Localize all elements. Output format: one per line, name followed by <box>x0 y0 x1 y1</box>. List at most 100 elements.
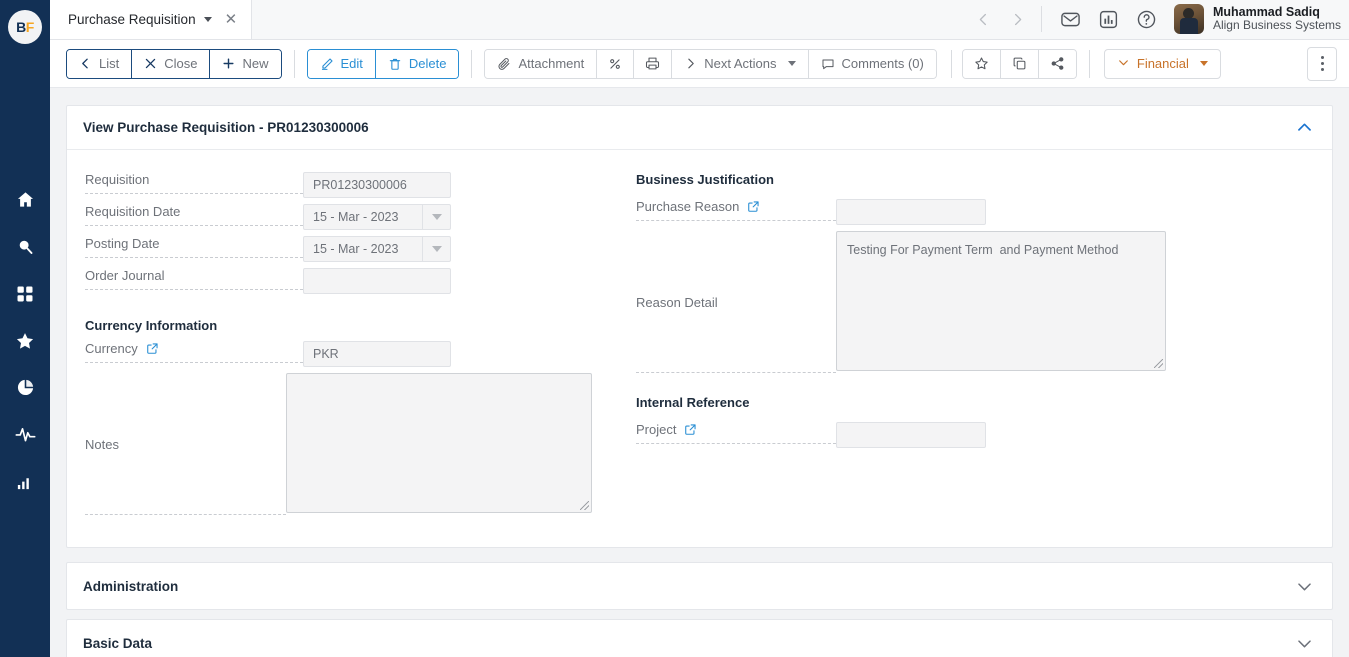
paperclip-icon <box>497 57 511 71</box>
next-actions-button[interactable]: Next Actions <box>672 49 809 78</box>
currency-value: PKR <box>313 347 339 361</box>
nav-button-group: List Close New <box>66 48 282 79</box>
nav-back-button[interactable] <box>967 0 1001 39</box>
actions-button-group: Attachment Next Actions Comments (0) <box>484 48 937 79</box>
posting-date-field-row: Posting Date 15 - Mar - 2023 <box>85 236 592 262</box>
trash-icon <box>388 57 402 71</box>
logo-letter-b: B <box>16 19 26 35</box>
delete-button-label: Delete <box>408 56 447 71</box>
section-administration-label: Administration <box>83 578 179 594</box>
comments-button[interactable]: Comments (0) <box>808 49 936 78</box>
rail-item-reports[interactable] <box>0 458 50 505</box>
rail-item-home[interactable] <box>0 176 50 223</box>
delete-button[interactable]: Delete <box>375 49 459 78</box>
grid-apps-icon <box>16 285 34 303</box>
chevron-down-icon[interactable] <box>1295 634 1314 653</box>
section-basic-data[interactable]: Basic Data <box>66 619 1333 657</box>
rail-item-list <box>0 176 50 505</box>
tab-purchase-requisition[interactable]: Purchase Requisition ✕ <box>50 0 253 39</box>
project-field[interactable] <box>836 422 986 448</box>
right-form-column: Business Justification Purchase Reason R… <box>612 172 1312 521</box>
posting-date-value: 15 - Mar - 2023 <box>313 242 399 256</box>
more-options-button[interactable] <box>1307 46 1337 81</box>
bar-chart-icon[interactable] <box>1090 0 1128 39</box>
purchase-reason-field-row: Purchase Reason <box>636 199 1292 225</box>
percent-button[interactable] <box>597 49 635 78</box>
star-icon <box>15 331 35 351</box>
print-button[interactable] <box>634 49 673 78</box>
external-link-icon[interactable] <box>747 200 760 213</box>
rail-item-search[interactable] <box>0 223 50 270</box>
avatar <box>1173 4 1204 34</box>
posting-date-label: Posting Date <box>85 236 303 258</box>
nav-forward-button[interactable] <box>1001 0 1035 39</box>
kebab-dot <box>1320 56 1324 59</box>
close-button[interactable]: Close <box>132 49 211 78</box>
edit-button-group: Edit Delete <box>306 48 460 79</box>
left-form-column: Requisition PR01230300006 Requisition Da… <box>67 172 612 521</box>
external-link-icon[interactable] <box>146 342 159 355</box>
chevron-down-icon[interactable] <box>203 16 212 22</box>
user-menu[interactable]: Muhammad Sadiq Align Business Systems <box>1166 4 1343 34</box>
date-dropdown-button[interactable] <box>422 237 450 261</box>
chevron-down-icon[interactable] <box>1295 577 1314 596</box>
application-window: BF Purchase Requisition ✕ Muhammad Sadiq… <box>0 0 1349 657</box>
favorite-button[interactable] <box>962 49 1001 78</box>
list-button-label: List <box>99 56 120 71</box>
financial-dropdown[interactable]: Financial <box>1103 48 1221 79</box>
edit-button[interactable]: Edit <box>307 49 376 78</box>
new-button[interactable]: New <box>210 49 281 78</box>
label-text: Currency <box>85 341 138 356</box>
rail-item-activity[interactable] <box>0 411 50 458</box>
rail-item-favorites[interactable] <box>0 317 50 364</box>
comments-button-label: Comments (0) <box>841 56 924 71</box>
caret-down-icon <box>431 214 442 220</box>
mail-icon[interactable] <box>1052 0 1090 39</box>
share-button[interactable] <box>1038 49 1076 78</box>
user-text: Muhammad Sadiq Align Business Systems <box>1213 5 1341 33</box>
pie-chart-icon <box>16 378 35 397</box>
attachment-button[interactable]: Attachment <box>485 49 598 78</box>
toolbar-divider <box>950 49 952 78</box>
notes-textarea[interactable] <box>286 373 592 513</box>
notes-field-row: Notes <box>85 373 592 515</box>
label-text: Notes <box>85 436 119 452</box>
purchase-reason-field[interactable] <box>836 199 986 225</box>
search-icon <box>16 237 35 256</box>
project-field-row: Project <box>636 422 1292 448</box>
order-journal-field-row: Order Journal <box>85 268 592 294</box>
requisition-date-field[interactable]: 15 - Mar - 2023 <box>303 204 451 230</box>
bf-logo[interactable]: BF <box>8 10 42 44</box>
reason-detail-field-row: Reason Detail Testing For Payment Term a… <box>636 231 1292 373</box>
section-administration[interactable]: Administration <box>66 562 1333 610</box>
copy-button[interactable] <box>1000 49 1039 78</box>
label-text: Project <box>636 422 677 437</box>
date-dropdown-button[interactable] <box>422 205 450 229</box>
toolbar-divider <box>1088 49 1090 78</box>
list-button[interactable]: List <box>67 49 133 78</box>
rail-item-apps[interactable] <box>0 270 50 317</box>
chevron-up-icon[interactable] <box>1295 118 1314 137</box>
purchase-reason-label: Purchase Reason <box>636 199 836 221</box>
plus-icon <box>222 57 235 70</box>
external-link-icon[interactable] <box>684 423 697 436</box>
currency-field[interactable]: PKR <box>303 341 451 367</box>
percent-icon <box>608 57 622 71</box>
reason-detail-textarea[interactable]: Testing For Payment Term and Payment Met… <box>836 231 1166 371</box>
toolbar-divider <box>293 49 295 78</box>
requisition-field[interactable]: PR01230300006 <box>303 172 451 198</box>
business-justification-title: Business Justification <box>636 172 774 187</box>
close-icon[interactable]: ✕ <box>225 12 238 27</box>
rail-item-analytics[interactable] <box>0 364 50 411</box>
close-x-icon <box>144 57 157 70</box>
requisition-label: Requisition <box>85 172 303 194</box>
help-icon[interactable] <box>1128 0 1166 39</box>
new-button-label: New <box>242 56 269 71</box>
tab-bar: Purchase Requisition ✕ Muhammad Sadiq Al… <box>50 0 1349 40</box>
share-icon <box>1050 56 1065 71</box>
card-header[interactable]: View Purchase Requisition - PR0123030000… <box>67 106 1332 150</box>
posting-date-field[interactable]: 15 - Mar - 2023 <box>303 236 451 262</box>
comment-icon <box>821 57 835 71</box>
order-journal-field[interactable] <box>303 268 451 294</box>
chevron-right-icon <box>684 57 697 70</box>
